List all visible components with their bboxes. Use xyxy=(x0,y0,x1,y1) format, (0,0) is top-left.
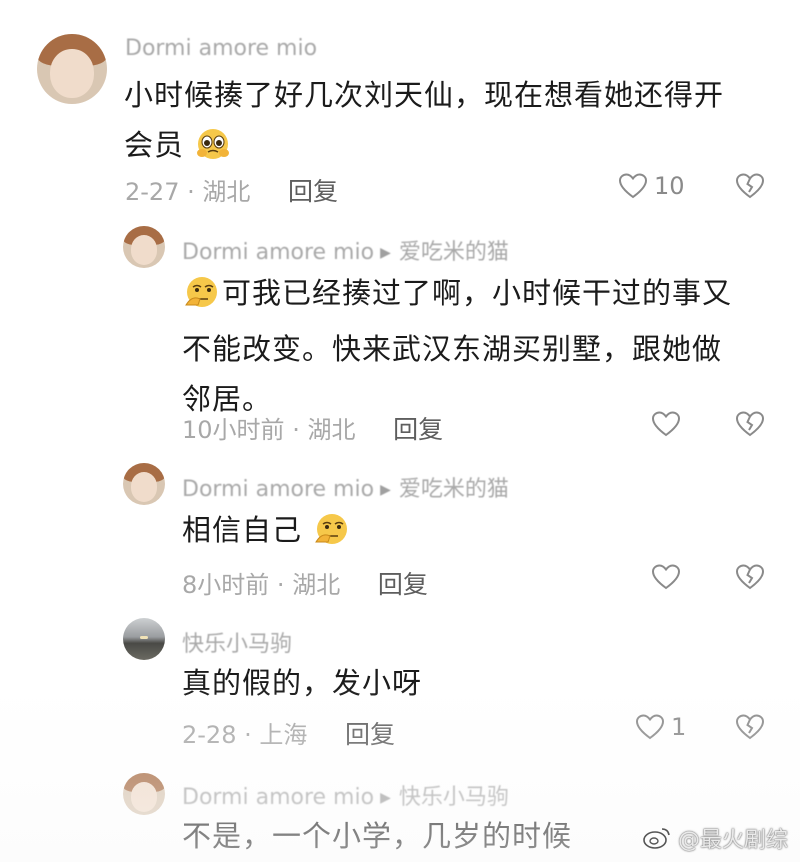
broken-heart-icon xyxy=(735,172,765,200)
thinking-face-icon xyxy=(182,274,222,324)
comment-meta: 2-28 · 上海 回复 xyxy=(182,720,396,749)
comment-location: 湖北 xyxy=(202,178,251,206)
comment-text: 可我已经揍过了啊，小时候干过的事又 不能改变。快来武汉东湖买别墅，跟她做 邻居。 xyxy=(182,268,772,424)
watermark: @最火剧综 xyxy=(642,822,788,854)
avatar[interactable] xyxy=(123,618,165,660)
comment-text-line: 小时候揍了好几次刘天仙，现在想看她还得开 xyxy=(124,78,725,112)
heart-outline-icon xyxy=(651,410,681,438)
comment-date: 2-27 xyxy=(125,178,180,206)
heart-outline-icon xyxy=(618,172,648,200)
like-count: 10 xyxy=(654,172,685,200)
comment-text-line: 会员 xyxy=(124,128,185,162)
thinking-face-icon xyxy=(312,511,352,561)
dislike-button[interactable] xyxy=(735,410,765,438)
comment-username[interactable]: Dormi amore mio xyxy=(125,36,317,61)
reply-to-username: 爱吃米的猫 xyxy=(398,477,509,502)
comment-4: 快乐小马驹 真的假的，发小呀 2-28 · 上海 回复 1 xyxy=(0,610,800,755)
comment-1: Dormi amore mio 小时候揍了好几次刘天仙，现在想看她还得开 会员 … xyxy=(0,0,800,215)
broken-heart-icon xyxy=(735,713,765,741)
comment-meta: 2-27 · 湖北 回复 xyxy=(125,177,339,206)
comment-3: Dormi amore mio ▶ 爱吃米的猫 相信自己 8小时前 · 湖北 回复 xyxy=(0,455,800,605)
dislike-button[interactable] xyxy=(735,713,765,741)
comment-text-line: 相信自己 xyxy=(182,513,303,547)
comment-location: 湖北 xyxy=(292,571,341,599)
comment-username[interactable]: Dormi amore mio ▶ 爱吃米的猫 xyxy=(182,471,509,503)
like-button[interactable]: 1 xyxy=(635,713,686,741)
comment-text: 真的假的，发小呀 xyxy=(182,658,772,708)
comment-2: Dormi amore mio ▶ 爱吃米的猫 可我已经揍过了啊，小时候干过的事又 … xyxy=(0,220,800,450)
triangle-right-icon: ▶ xyxy=(380,482,391,498)
avatar[interactable] xyxy=(123,463,165,505)
comment-text: 小时候揍了好几次刘天仙，现在想看她还得开 会员 xyxy=(124,70,784,176)
triangle-right-icon: ▶ xyxy=(380,790,391,806)
heart-outline-icon xyxy=(635,713,665,741)
comment-text-line: 真的假的，发小呀 xyxy=(182,666,423,700)
like-button[interactable] xyxy=(651,563,681,591)
comment-text: 相信自己 xyxy=(182,505,772,561)
comment-meta: 8小时前 · 湖北 回复 xyxy=(182,570,428,599)
reply-to-username: 快乐小马驹 xyxy=(398,785,509,810)
comment-date: 2-28 xyxy=(182,721,237,749)
reply-button[interactable]: 回复 xyxy=(345,720,395,749)
triangle-right-icon: ▶ xyxy=(380,245,391,261)
dislike-button[interactable] xyxy=(735,563,765,591)
comment-username[interactable]: Dormi amore mio ▶ 快乐小马驹 xyxy=(182,779,509,811)
heart-outline-icon xyxy=(651,563,681,591)
comment-location: 上海 xyxy=(259,721,308,749)
dislike-button[interactable] xyxy=(735,172,765,200)
comment-text-line: 不能改变。快来武汉东湖买别墅，跟她做 xyxy=(182,332,723,366)
comment-time: 10小时前 xyxy=(182,416,285,444)
avatar[interactable] xyxy=(37,34,107,104)
broken-heart-icon xyxy=(735,563,765,591)
like-button[interactable]: 10 xyxy=(618,172,685,200)
comment-meta: 10小时前 · 湖北 回复 xyxy=(182,415,444,444)
reply-button[interactable]: 回复 xyxy=(393,415,443,444)
avatar[interactable] xyxy=(123,773,165,815)
avatar[interactable] xyxy=(123,226,165,268)
like-button[interactable] xyxy=(651,410,681,438)
comment-time: 8小时前 xyxy=(182,571,270,599)
weibo-logo-icon xyxy=(642,826,672,850)
comment-username[interactable]: Dormi amore mio ▶ 爱吃米的猫 xyxy=(182,234,509,266)
reply-button[interactable]: 回复 xyxy=(288,177,338,206)
comment-username[interactable]: 快乐小马驹 xyxy=(182,626,292,658)
comment-location: 湖北 xyxy=(307,416,356,444)
pleading-face-icon xyxy=(194,126,232,176)
like-count: 1 xyxy=(671,713,687,741)
watermark-text: @最火剧综 xyxy=(677,828,788,853)
comment-text-line: 可我已经揍过了啊，小时候干过的事又 xyxy=(222,276,733,310)
reply-button[interactable]: 回复 xyxy=(378,570,428,599)
broken-heart-icon xyxy=(735,410,765,438)
reply-to-username: 爱吃米的猫 xyxy=(398,240,509,265)
